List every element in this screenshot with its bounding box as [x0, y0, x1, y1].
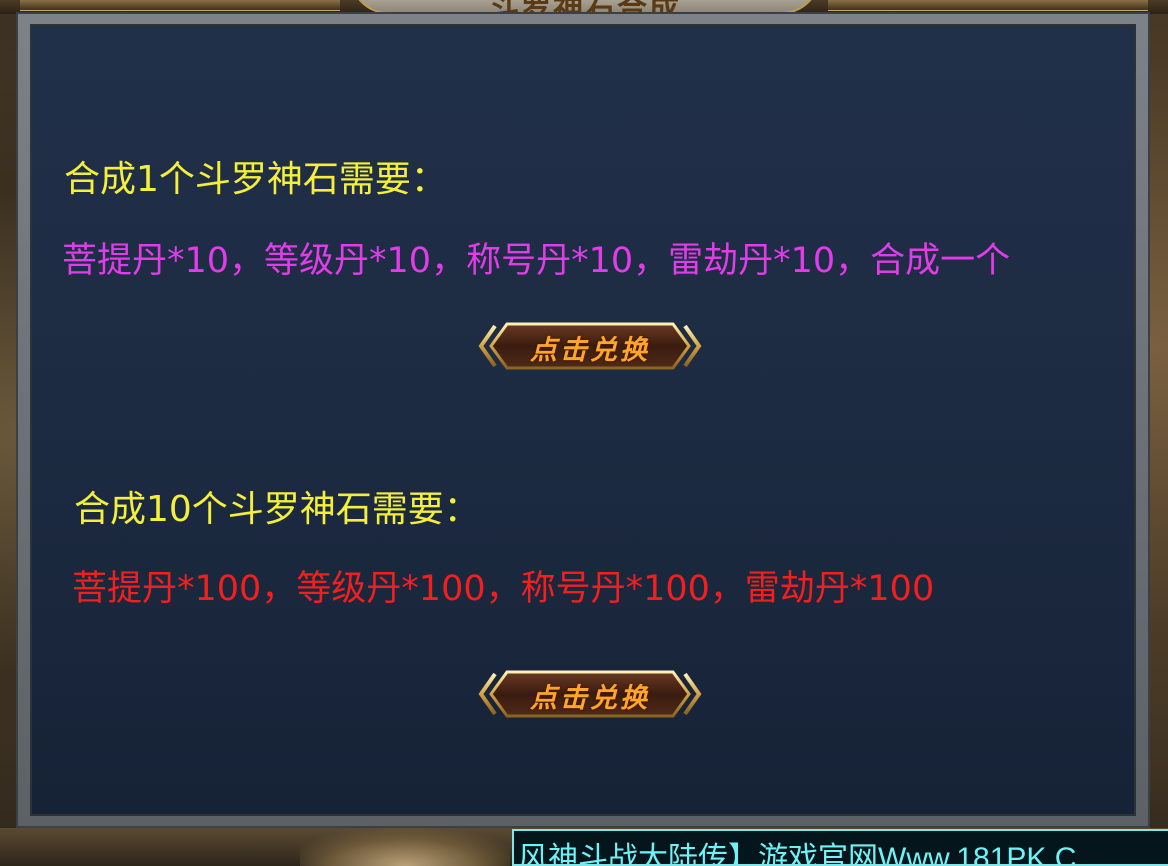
exchange-button-1-label: 点击兑换 [530, 335, 650, 366]
exchange-button-2-label: 点击兑换 [530, 683, 650, 714]
game-scene: 斗罗神石合成 合成1个斗罗神石需要： 菩提丹*10，等级丹*10，称号丹*10，… [0, 0, 1168, 866]
exchange-button-1[interactable]: 点击兑换 [477, 320, 703, 372]
synthesis-panel-content: 合成1个斗罗神石需要： 菩提丹*10，等级丹*10，称号丹*10，雷劫丹*10，… [30, 24, 1136, 816]
website-banner-text: 风神斗战大陆传】游戏官网Www.181PK.C [518, 842, 1077, 866]
exchange-button-2[interactable]: 点击兑换 [477, 668, 703, 720]
synthesis-panel: 合成1个斗罗神石需要： 菩提丹*10，等级丹*10，称号丹*10，雷劫丹*10，… [16, 12, 1150, 828]
website-banner: 风神斗战大陆传】游戏官网Www.181PK.C [512, 829, 1168, 866]
recipe-1-materials: 菩提丹*10，等级丹*10，称号丹*10，雷劫丹*10，合成一个 [62, 241, 1011, 281]
top-plate-right [828, 0, 1148, 11]
top-plate-left [20, 0, 340, 11]
bottom-ornament [300, 828, 510, 866]
recipe-1-heading: 合成1个斗罗神石需要： [64, 159, 447, 200]
recipe-2-materials: 菩提丹*100，等级丹*100，称号丹*100，雷劫丹*100 [72, 569, 935, 609]
recipe-2-heading: 合成10个斗罗神石需要： [74, 489, 480, 530]
